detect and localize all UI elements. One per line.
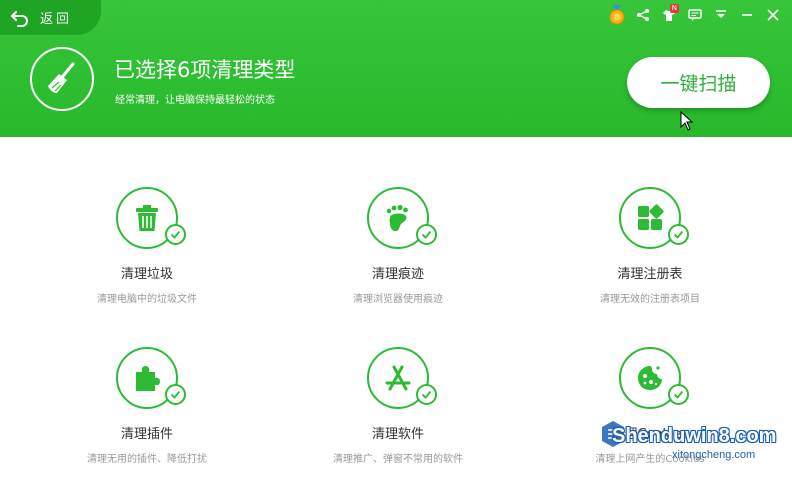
- mouse-cursor-icon: [680, 111, 694, 131]
- selected-check-badge[interactable]: [416, 384, 437, 405]
- app-store-icon: [385, 365, 411, 391]
- selection-status-subtitle: 经常清理，让电脑保持最轻松的状态: [115, 95, 275, 106]
- check-icon: [673, 230, 684, 239]
- selection-status-title: 已选择6项清理类型: [114, 58, 296, 82]
- cleanup-option-plugins[interactable]: 清理插件 清理无用的插件、降低打扰: [17, 347, 277, 479]
- option-icon-circle: [367, 347, 437, 409]
- share-icon: [637, 9, 649, 21]
- broom-icon: [48, 62, 75, 93]
- share-button[interactable]: [630, 3, 656, 27]
- back-button[interactable]: 返回: [0, 0, 101, 35]
- footprint-icon: [386, 204, 408, 231]
- watermark-main-text: Shenduwin8.com: [612, 425, 777, 447]
- close-button[interactable]: [760, 3, 786, 27]
- minimize-icon: [742, 14, 752, 16]
- option-title: 清理注册表: [617, 267, 683, 282]
- cleanup-option-software[interactable]: 清理软件 清理推广、弹窗不常用的软件: [268, 347, 528, 479]
- menu-button[interactable]: [708, 3, 734, 27]
- selected-check-badge[interactable]: [416, 224, 437, 245]
- selected-check-badge[interactable]: [668, 224, 689, 245]
- option-title: 清理垃圾: [120, 267, 173, 282]
- option-description: 清理推广、弹窗不常用的软件: [333, 454, 463, 465]
- menu-down-icon: [716, 10, 726, 18]
- cookie-icon: [638, 366, 662, 390]
- close-icon: [767, 9, 779, 21]
- check-icon: [421, 390, 432, 399]
- option-title: 清理插件: [120, 427, 173, 442]
- site-watermark: Shenduwin8.com xitongcheng.com: [598, 419, 786, 469]
- check-icon: [170, 390, 181, 399]
- option-icon-circle: [116, 347, 186, 409]
- header-banner: 返回 N 已选择6项清理类型 经常清理，让电脑保持最轻松的状态 一键扫描: [0, 0, 792, 137]
- watermark-sub-text: xitongcheng.com: [672, 449, 756, 461]
- option-icon-circle: [367, 187, 437, 249]
- option-title: 清理软件: [371, 427, 424, 442]
- cleanup-option-registry[interactable]: 清理注册表 清理无效的注册表项目: [520, 187, 780, 327]
- minimize-button[interactable]: [734, 3, 760, 27]
- option-description: 清理无用的插件、降低打扰: [87, 454, 207, 465]
- option-icon-circle: [619, 347, 689, 409]
- medal-button[interactable]: [604, 3, 630, 27]
- option-icon-circle: [619, 187, 689, 249]
- check-icon: [170, 230, 181, 239]
- option-description: 清理无效的注册表项目: [600, 294, 700, 305]
- option-icon-circle: [116, 187, 186, 249]
- check-icon: [673, 390, 684, 399]
- skin-button[interactable]: N: [656, 3, 682, 27]
- cleanup-option-traces[interactable]: 清理痕迹 清理浏览器使用痕迹: [268, 187, 528, 327]
- selected-check-badge[interactable]: [668, 384, 689, 405]
- one-click-scan-button[interactable]: 一键扫描: [627, 57, 770, 108]
- cleanup-option-junk[interactable]: 清理垃圾 清理电脑中的垃圾文件: [17, 187, 277, 327]
- window-controls: N: [604, 3, 786, 27]
- message-icon: [688, 9, 702, 21]
- selected-check-badge[interactable]: [165, 224, 186, 245]
- option-title: 清理痕迹: [371, 267, 424, 282]
- back-label: 返回: [40, 12, 73, 27]
- back-arrow-icon: [11, 10, 28, 27]
- option-description: 清理浏览器使用痕迹: [353, 294, 443, 305]
- option-description: 清理电脑中的垃圾文件: [97, 294, 197, 305]
- registry-blocks-icon: [638, 204, 664, 230]
- check-icon: [421, 230, 432, 239]
- feedback-button[interactable]: [682, 3, 708, 27]
- notice-badge: N: [669, 4, 679, 13]
- puzzle-icon: [136, 366, 160, 391]
- trash-icon: [136, 205, 158, 231]
- medal-icon: [609, 5, 625, 25]
- selected-check-badge[interactable]: [165, 384, 186, 405]
- broom-badge: [30, 47, 94, 111]
